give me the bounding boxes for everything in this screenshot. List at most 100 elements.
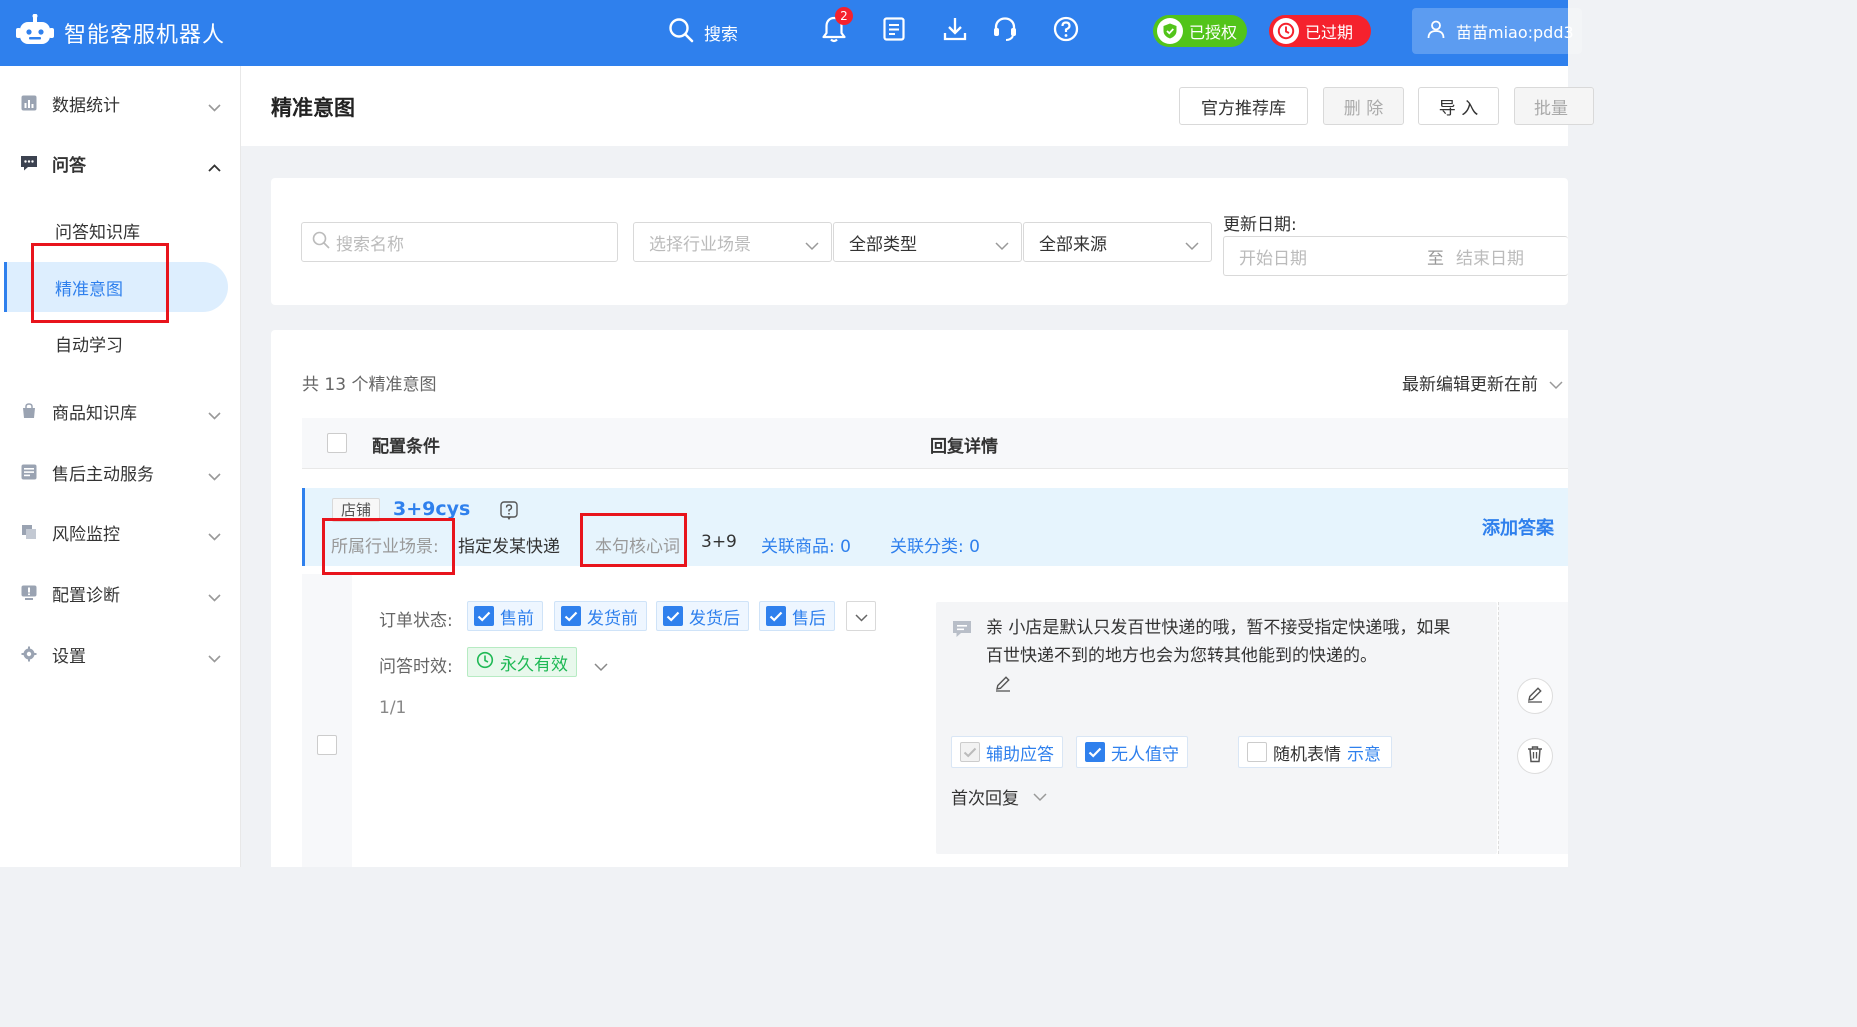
- search-name-input[interactable]: 搜索名称: [301, 222, 618, 262]
- industry-select[interactable]: 选择行业场景: [633, 222, 832, 262]
- chat-icon: [20, 154, 38, 172]
- type-select[interactable]: 全部类型: [833, 222, 1022, 262]
- status-chip-presale[interactable]: 售前: [467, 601, 543, 631]
- edit-reply-pencil-icon[interactable]: [994, 674, 1012, 696]
- random-emoji-label: 随机表情: [1273, 744, 1341, 765]
- authorized-label: 已授权: [1189, 23, 1238, 42]
- sidebar-item-label: 风险监控: [52, 524, 120, 545]
- expired-badge[interactable]: 已过期: [1269, 15, 1372, 47]
- status-chip-aftersale[interactable]: 售后: [759, 601, 835, 631]
- date-separator: 至: [1427, 248, 1444, 269]
- sidebar-item-aftersale-service[interactable]: 售后主动服务: [0, 450, 241, 494]
- sidebar-subitem-auto-learn[interactable]: 自动学习: [0, 318, 241, 368]
- chevron-down-icon: [995, 236, 1009, 256]
- core-word-label: 本句核心词: [595, 537, 680, 557]
- delete-button[interactable]: 删 除: [1323, 87, 1404, 125]
- import-button[interactable]: 导 入: [1418, 87, 1499, 125]
- app-title: 智能客服机器人: [64, 23, 226, 48]
- trash-icon: [1526, 745, 1544, 767]
- select-all-checkbox[interactable]: [327, 433, 347, 453]
- user-icon: [1426, 19, 1446, 43]
- customer-service-button[interactable]: [990, 16, 1020, 46]
- search-name-placeholder: 搜索名称: [336, 234, 404, 255]
- delete-row-button[interactable]: [1517, 738, 1553, 774]
- sidebar-item-label: 商品知识库: [52, 403, 137, 424]
- validity-tag: 永久有效: [467, 647, 577, 677]
- user-name: 苗苗miao:pdd3: [1456, 23, 1574, 42]
- sidebar-item-settings[interactable]: 设置: [0, 632, 241, 676]
- task-list-button[interactable]: [879, 16, 909, 46]
- validity-value: 永久有效: [500, 654, 568, 675]
- check-icon: [561, 606, 581, 626]
- validity-label: 问答时效:: [379, 657, 453, 677]
- unattended-label: 无人值守: [1111, 744, 1179, 765]
- status-chip-label: 售后: [792, 608, 826, 629]
- sidebar-item-label: 配置诊断: [52, 585, 120, 606]
- chevron-up-icon: [208, 157, 221, 177]
- notification-button[interactable]: 2: [819, 7, 853, 46]
- check-icon: [1085, 742, 1105, 762]
- edit-button[interactable]: [1517, 678, 1553, 714]
- industry-value: 指定发某快递: [458, 537, 560, 557]
- sidebar-subitem-label: 自动学习: [55, 335, 123, 356]
- help-button[interactable]: [1051, 16, 1081, 46]
- related-category-link[interactable]: 关联分类: 0: [890, 532, 980, 557]
- user-menu[interactable]: 苗苗miao:pdd3: [1412, 8, 1582, 54]
- official-library-button[interactable]: 官方推荐库: [1179, 87, 1308, 125]
- status-more-button[interactable]: [846, 601, 876, 631]
- bag-icon: [20, 402, 38, 420]
- page-header: 精准意图 官方推荐库 删 除 导 入 批量: [241, 66, 1594, 146]
- sidebar-item-risk-monitor[interactable]: 风险监控: [0, 510, 241, 554]
- order-status-label: 订单状态:: [379, 611, 453, 631]
- first-reply-select[interactable]: 首次回复: [951, 784, 1047, 809]
- download-button[interactable]: [940, 16, 970, 46]
- download-icon: [942, 16, 968, 46]
- sidebar-item-goods-knowledge[interactable]: 商品知识库: [0, 389, 241, 433]
- sort-select[interactable]: 最新编辑更新在前: [1402, 370, 1563, 395]
- type-value: 全部类型: [849, 234, 917, 255]
- authorized-badge[interactable]: 已授权: [1153, 15, 1248, 47]
- date-range-picker[interactable]: 开始日期 至 结束日期: [1223, 236, 1568, 276]
- top-bar: 智能客服机器人 搜索 2 已授权 已过期 苗苗miao:pdd3: [0, 0, 1582, 66]
- industry-label: 所属行业场景:: [331, 537, 439, 557]
- assist-reply-option[interactable]: 辅助应答: [951, 736, 1063, 768]
- related-goods-link[interactable]: 关联商品: 0: [761, 532, 851, 557]
- total-count-text: 共 13 个精准意图: [302, 375, 437, 395]
- question-icon[interactable]: [500, 501, 518, 525]
- checklist-icon: [881, 16, 907, 46]
- clock-icon: [476, 651, 494, 674]
- chevron-down-icon: [208, 526, 221, 546]
- example-link[interactable]: 示意: [1347, 740, 1381, 765]
- sidebar-subitem-label: 问答知识库: [55, 222, 140, 243]
- sidebar-subitem-precise-intent[interactable]: 精准意图: [4, 262, 228, 312]
- status-chip-after-ship[interactable]: 发货后: [656, 601, 749, 631]
- chevron-down-icon: [805, 236, 819, 256]
- top-search-label: 搜索: [704, 24, 738, 45]
- validity-dropdown-chevron-icon[interactable]: [594, 657, 608, 676]
- status-chip-label: 售前: [500, 608, 534, 629]
- sidebar-subitem-qa-knowledge[interactable]: 问答知识库: [0, 205, 241, 255]
- random-emoji-checkbox: [1247, 742, 1267, 762]
- intent-name-link[interactable]: 3+9cys: [393, 498, 470, 520]
- status-chip-before-ship[interactable]: 发货前: [554, 601, 647, 631]
- store-tag: 店铺: [332, 498, 381, 522]
- status-chip-label: 发货前: [587, 608, 638, 629]
- start-date-placeholder: 开始日期: [1239, 248, 1307, 269]
- batch-button[interactable]: 批量: [1514, 87, 1594, 125]
- source-select[interactable]: 全部来源: [1023, 222, 1212, 262]
- clock-icon: [1273, 18, 1299, 44]
- search-icon: [312, 231, 330, 254]
- sidebar-item-data-stats[interactable]: 数据统计: [0, 81, 241, 125]
- add-answer-button[interactable]: 添加答案: [1482, 514, 1554, 540]
- check-icon: [960, 742, 980, 762]
- sidebar-item-config-diagnose[interactable]: 配置诊断: [0, 571, 241, 615]
- sidebar-item-qa[interactable]: 问答: [0, 141, 241, 185]
- row-checkbox[interactable]: [317, 735, 337, 755]
- top-search-button[interactable]: 搜索: [668, 16, 738, 48]
- check-icon: [766, 606, 786, 626]
- pencil-icon: [1526, 685, 1544, 707]
- page-title: 精准意图: [271, 96, 355, 120]
- first-reply-label: 首次回复: [951, 789, 1019, 809]
- random-emoji-option[interactable]: 随机表情 示意: [1238, 736, 1392, 768]
- unattended-option[interactable]: 无人值守: [1076, 736, 1188, 768]
